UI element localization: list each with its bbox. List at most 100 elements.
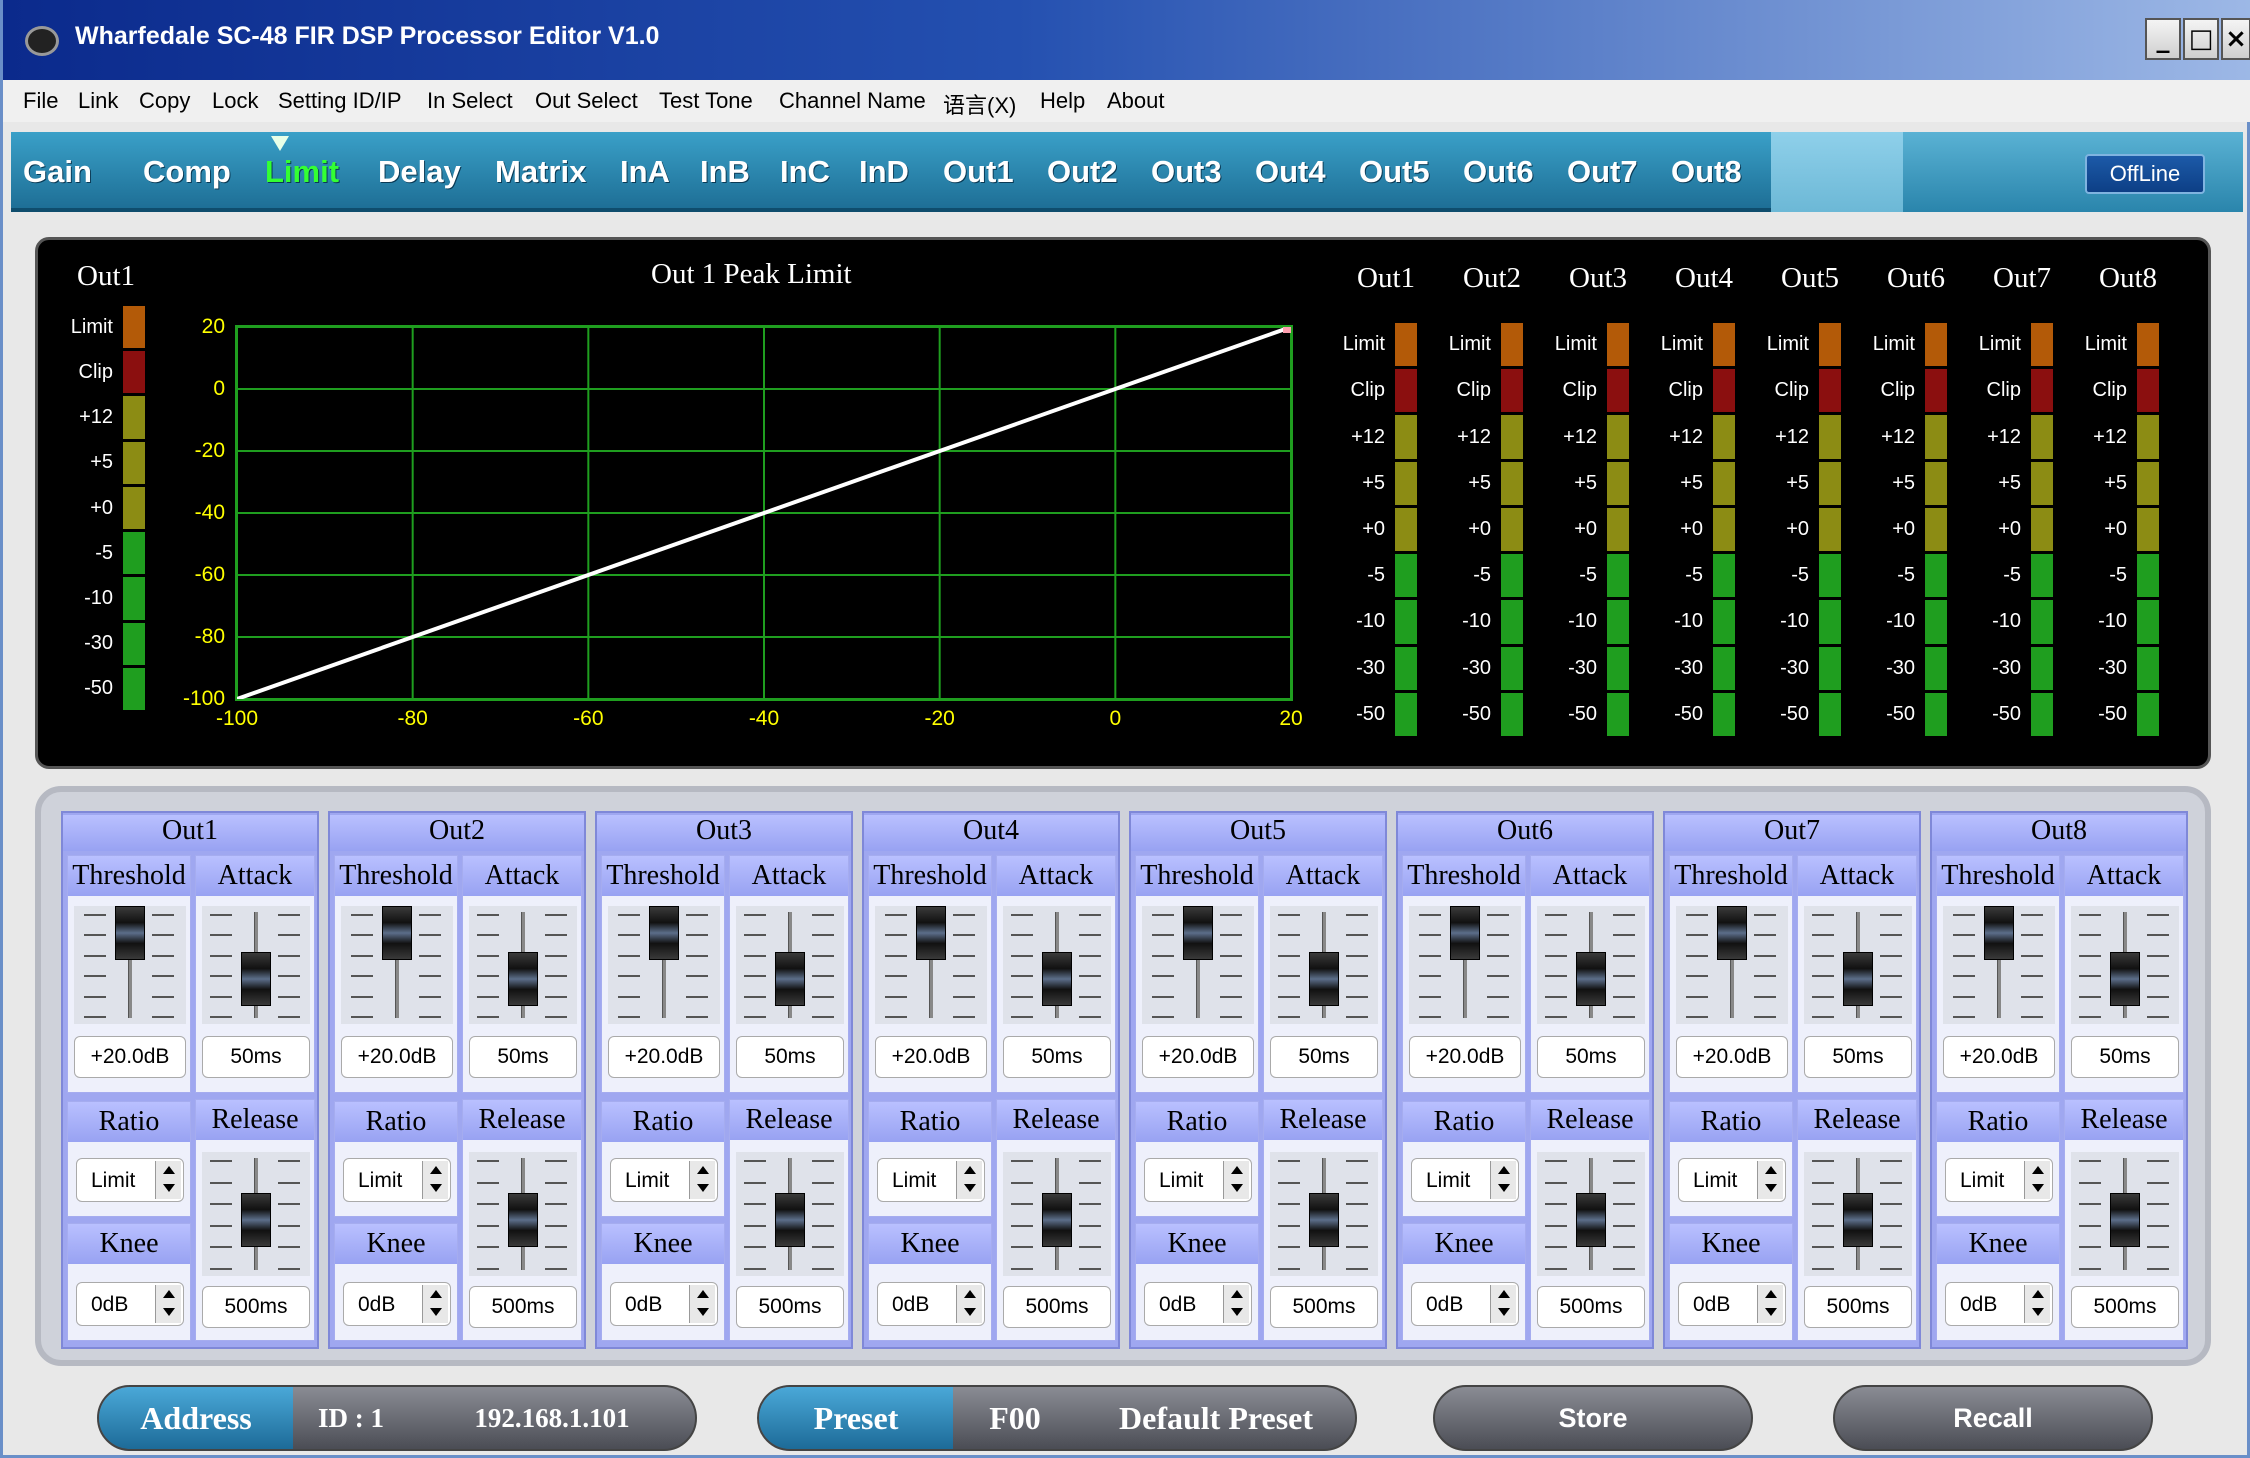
store-button[interactable]: Store <box>1433 1385 1753 1451</box>
fader-knob[interactable] <box>2110 1192 2140 1247</box>
threshold-value[interactable]: +20.0dB <box>875 1036 987 1078</box>
recall-button[interactable]: Recall <box>1833 1385 2153 1451</box>
spin-down-icon[interactable] <box>2032 1308 2044 1316</box>
attack-value[interactable]: 50ms <box>2071 1036 2179 1078</box>
spin-up-icon[interactable] <box>1765 1290 1777 1298</box>
spin-up-icon[interactable] <box>430 1166 442 1174</box>
spin-up-icon[interactable] <box>430 1290 442 1298</box>
fader-knob[interactable] <box>1450 906 1480 960</box>
spin-up-icon[interactable] <box>2032 1166 2044 1174</box>
knee-spinbox[interactable]: 0dB <box>1678 1282 1786 1326</box>
offline-status-button[interactable]: OffLine <box>2085 154 2205 194</box>
close-button[interactable]: × <box>2221 18 2250 60</box>
release-value[interactable]: 500ms <box>469 1286 577 1328</box>
menu-channel-name[interactable]: Channel Name <box>779 88 926 114</box>
release-fader[interactable] <box>1537 1152 1645 1276</box>
tab-out1[interactable]: Out1 <box>943 154 1014 190</box>
menu-copy[interactable]: Copy <box>139 88 190 114</box>
attack-value[interactable]: 50ms <box>1270 1036 1378 1078</box>
fader-knob[interactable] <box>508 952 538 1007</box>
spin-down-icon[interactable] <box>163 1184 175 1192</box>
tab-out5[interactable]: Out5 <box>1359 154 1430 190</box>
ratio-spinbox[interactable]: Limit <box>1144 1158 1252 1202</box>
knee-spinbox[interactable]: 0dB <box>1411 1282 1519 1326</box>
knee-spinbox[interactable]: 0dB <box>343 1282 451 1326</box>
threshold-value[interactable]: +20.0dB <box>1142 1036 1254 1078</box>
spin-buttons[interactable] <box>689 1285 715 1323</box>
release-fader[interactable] <box>202 1152 310 1276</box>
attack-value[interactable]: 50ms <box>736 1036 844 1078</box>
spin-buttons[interactable] <box>2024 1285 2050 1323</box>
fader-knob[interactable] <box>241 1192 271 1247</box>
threshold-fader[interactable] <box>608 906 720 1024</box>
fader-knob[interactable] <box>1576 1192 1606 1247</box>
fader-knob[interactable] <box>775 1192 805 1247</box>
spin-up-icon[interactable] <box>1498 1166 1510 1174</box>
spin-buttons[interactable] <box>422 1161 448 1199</box>
spin-buttons[interactable] <box>422 1285 448 1323</box>
fader-knob[interactable] <box>1042 952 1072 1007</box>
spin-buttons[interactable] <box>2024 1161 2050 1199</box>
tab-out2[interactable]: Out2 <box>1047 154 1118 190</box>
spin-up-icon[interactable] <box>163 1290 175 1298</box>
fader-knob[interactable] <box>1984 906 2014 960</box>
threshold-value[interactable]: +20.0dB <box>1676 1036 1788 1078</box>
release-fader[interactable] <box>1804 1152 1912 1276</box>
tab-out6[interactable]: Out6 <box>1463 154 1534 190</box>
spin-buttons[interactable] <box>1490 1285 1516 1323</box>
spin-up-icon[interactable] <box>697 1290 709 1298</box>
ratio-spinbox[interactable]: Limit <box>76 1158 184 1202</box>
minimize-button[interactable]: _ <box>2145 18 2181 60</box>
spin-up-icon[interactable] <box>964 1166 976 1174</box>
tab-out8[interactable]: Out8 <box>1671 154 1742 190</box>
threshold-value[interactable]: +20.0dB <box>341 1036 453 1078</box>
spin-buttons[interactable] <box>1223 1285 1249 1323</box>
ratio-spinbox[interactable]: Limit <box>610 1158 718 1202</box>
threshold-fader[interactable] <box>875 906 987 1024</box>
attack-value[interactable]: 50ms <box>202 1036 310 1078</box>
tab-out3[interactable]: Out3 <box>1151 154 1222 190</box>
tab-delay[interactable]: Delay <box>378 154 461 190</box>
spin-up-icon[interactable] <box>1765 1166 1777 1174</box>
fader-knob[interactable] <box>1843 1192 1873 1247</box>
spin-down-icon[interactable] <box>2032 1184 2044 1192</box>
menu-out-select[interactable]: Out Select <box>535 88 638 114</box>
threshold-value[interactable]: +20.0dB <box>1409 1036 1521 1078</box>
fader-knob[interactable] <box>382 906 412 960</box>
spin-buttons[interactable] <box>956 1285 982 1323</box>
threshold-fader[interactable] <box>74 906 186 1024</box>
attack-fader[interactable] <box>202 906 310 1024</box>
fader-knob[interactable] <box>115 906 145 960</box>
menu-in-select[interactable]: In Select <box>427 88 513 114</box>
tab-out4[interactable]: Out4 <box>1255 154 1326 190</box>
fader-knob[interactable] <box>1576 952 1606 1007</box>
release-fader[interactable] <box>736 1152 844 1276</box>
spin-buttons[interactable] <box>956 1161 982 1199</box>
limit-curve-handle[interactable] <box>1283 325 1291 333</box>
attack-value[interactable]: 50ms <box>469 1036 577 1078</box>
threshold-value[interactable]: +20.0dB <box>1943 1036 2055 1078</box>
threshold-fader[interactable] <box>1142 906 1254 1024</box>
release-value[interactable]: 500ms <box>1003 1286 1111 1328</box>
attack-value[interactable]: 50ms <box>1804 1036 1912 1078</box>
threshold-fader[interactable] <box>1943 906 2055 1024</box>
attack-value[interactable]: 50ms <box>1003 1036 1111 1078</box>
ratio-spinbox[interactable]: Limit <box>1678 1158 1786 1202</box>
tab-comp[interactable]: Comp <box>143 154 231 190</box>
ratio-spinbox[interactable]: Limit <box>1945 1158 2053 1202</box>
spin-up-icon[interactable] <box>163 1166 175 1174</box>
release-fader[interactable] <box>469 1152 577 1276</box>
threshold-value[interactable]: +20.0dB <box>608 1036 720 1078</box>
release-value[interactable]: 500ms <box>1804 1286 1912 1328</box>
fader-knob[interactable] <box>1183 906 1213 960</box>
fader-knob[interactable] <box>1309 952 1339 1007</box>
spin-down-icon[interactable] <box>1498 1308 1510 1316</box>
menu-file[interactable]: File <box>23 88 58 114</box>
maximize-button[interactable]: □ <box>2183 18 2219 60</box>
ratio-spinbox[interactable]: Limit <box>343 1158 451 1202</box>
tab-gain[interactable]: Gain <box>23 154 92 190</box>
knee-spinbox[interactable]: 0dB <box>1144 1282 1252 1326</box>
release-value[interactable]: 500ms <box>736 1286 844 1328</box>
menu-link[interactable]: Link <box>78 88 118 114</box>
spin-down-icon[interactable] <box>697 1184 709 1192</box>
